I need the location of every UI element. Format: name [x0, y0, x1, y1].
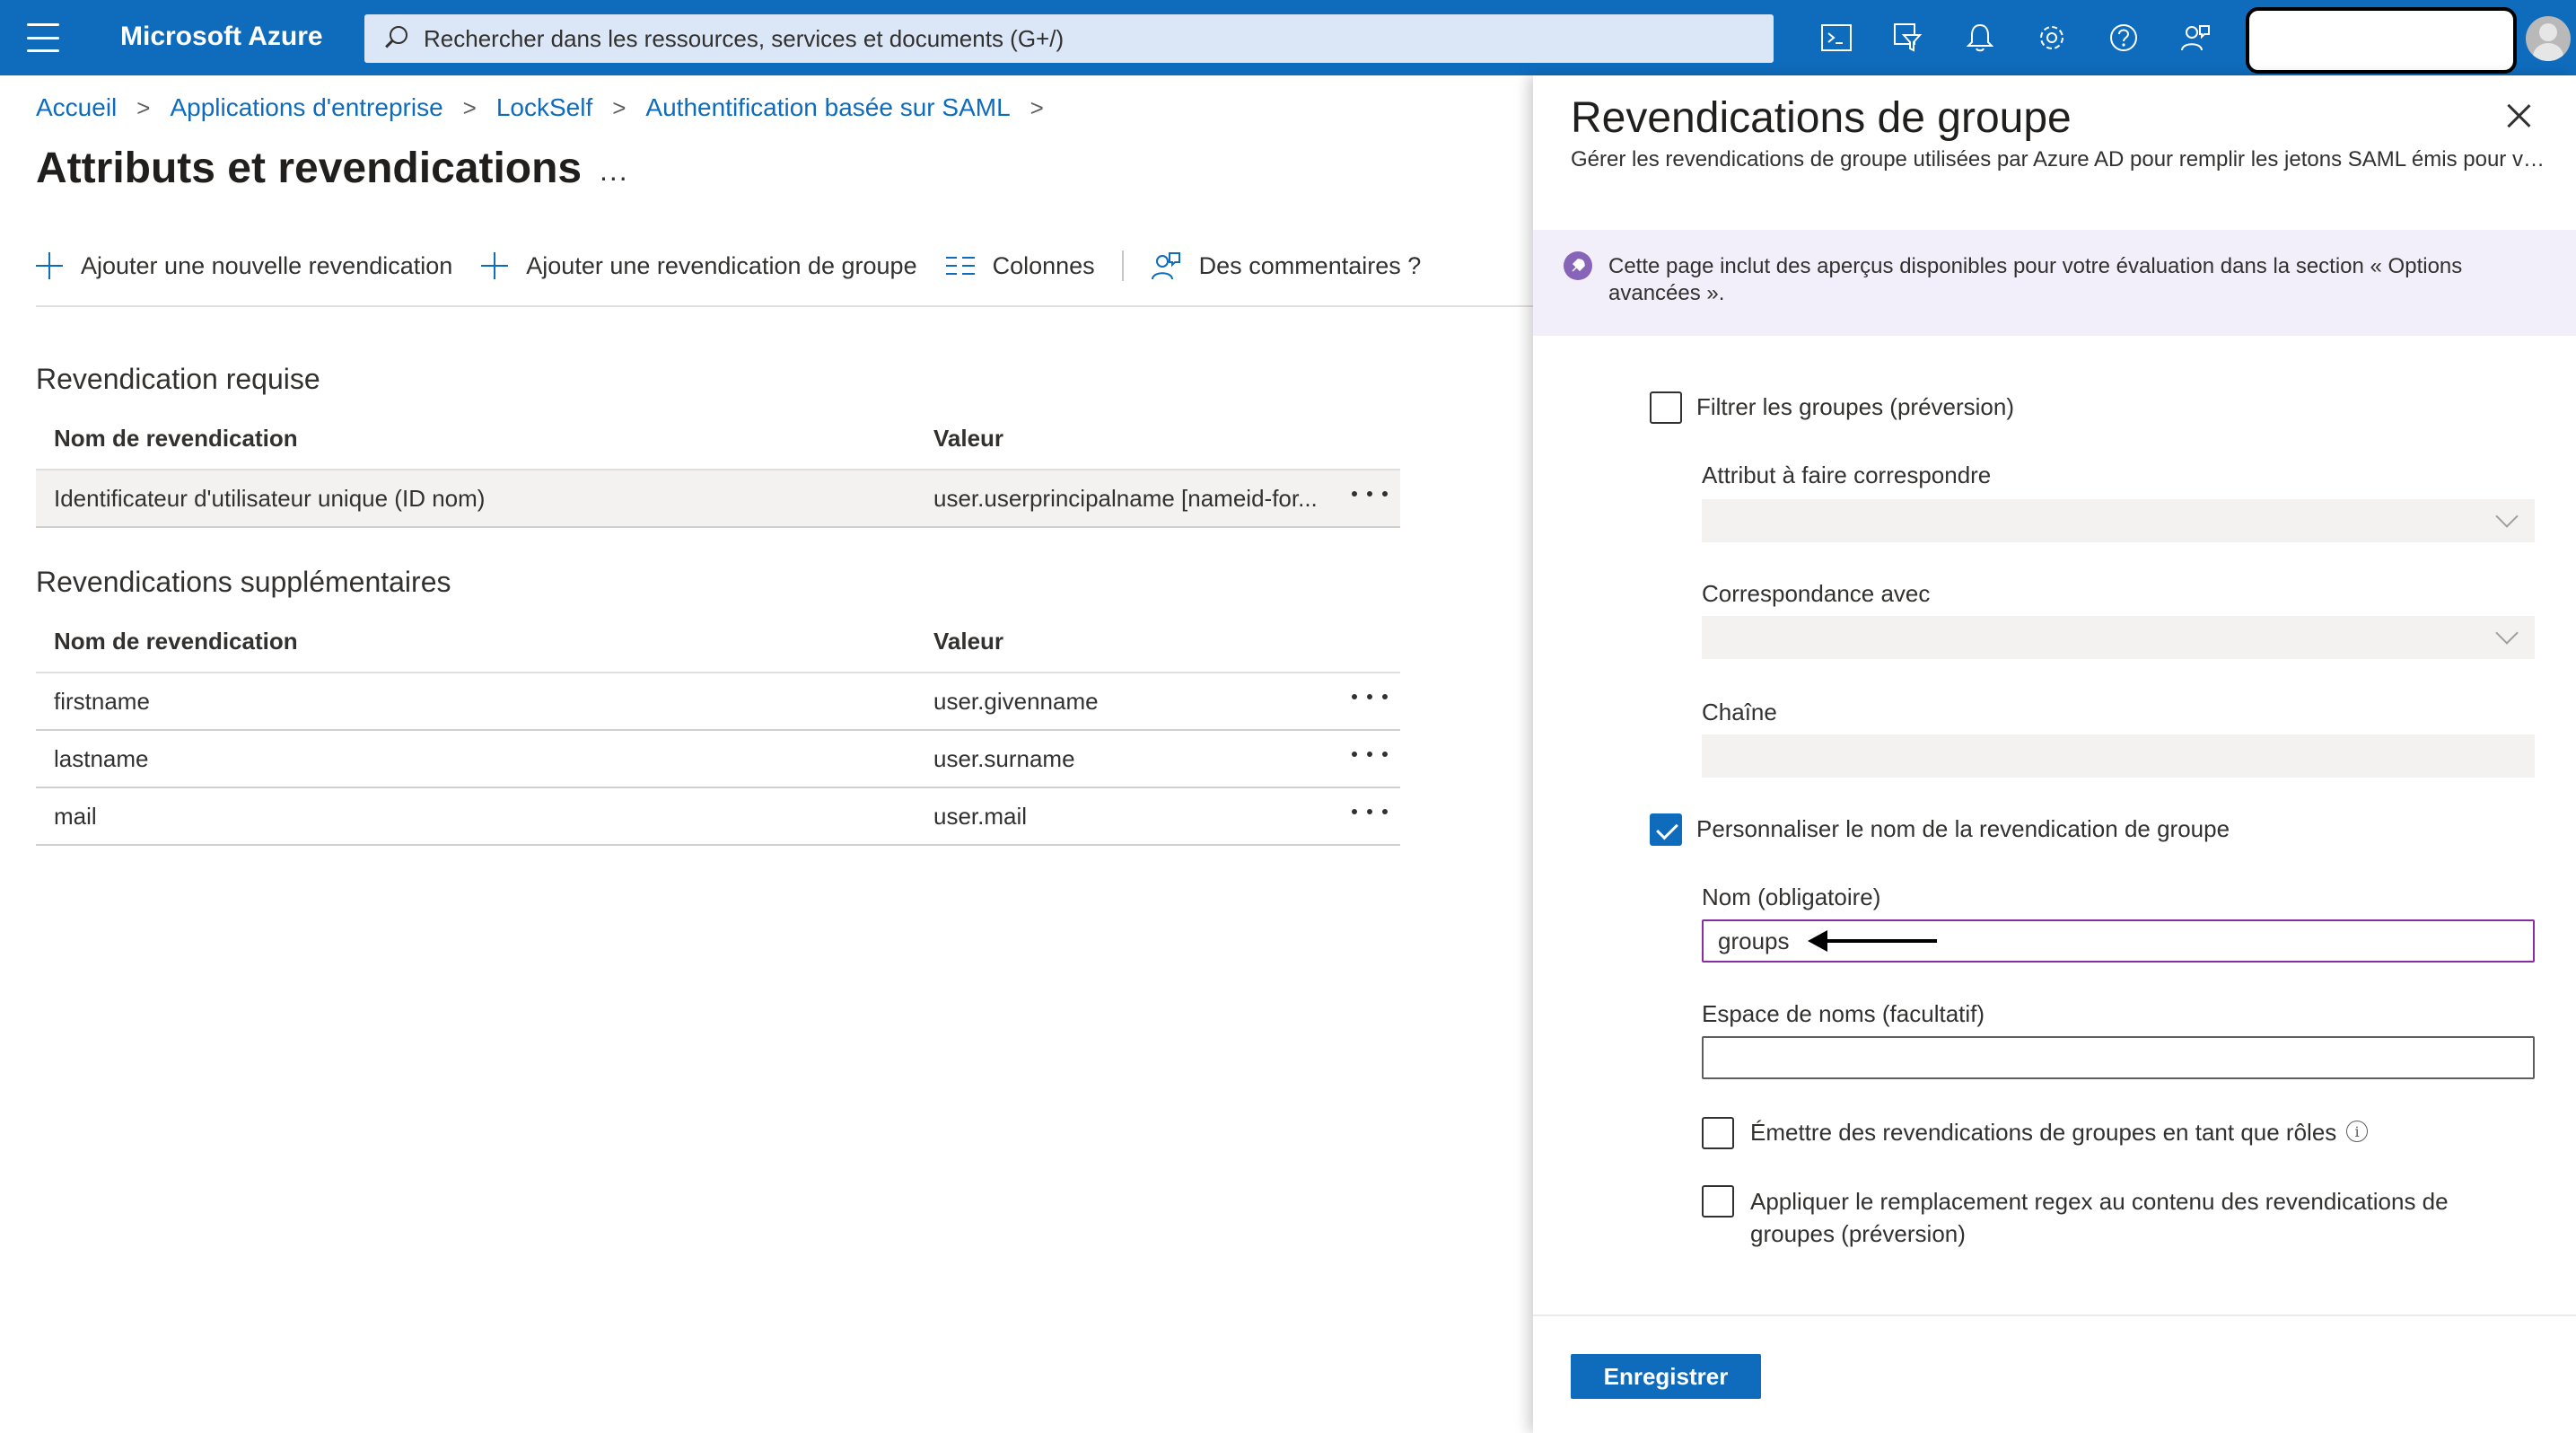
- header-value: Valeur: [933, 627, 1004, 655]
- claim-value: user.surname: [933, 744, 1075, 772]
- breadcrumb-saml[interactable]: Authentification basée sur SAML: [645, 93, 1010, 122]
- preview-banner: Cette page inclut des aperçus disponible…: [1533, 230, 2576, 336]
- global-search[interactable]: [364, 14, 1774, 63]
- search-icon: [382, 26, 407, 51]
- row-more-icon[interactable]: [1352, 803, 1388, 821]
- notifications-icon[interactable]: [1962, 20, 1998, 56]
- columns-button[interactable]: Colonnes: [945, 243, 1095, 288]
- close-icon[interactable]: [2502, 101, 2535, 133]
- attribute-match-label: Attribut à faire correspondre: [1702, 462, 1992, 488]
- breadcrumb-lockself[interactable]: LockSelf: [496, 93, 592, 122]
- chevron-right-icon: >: [136, 93, 151, 121]
- panel-subtitle: Gérer les revendications de groupe utili…: [1571, 147, 2549, 171]
- add-claim-label: Ajouter une nouvelle revendication: [81, 251, 453, 279]
- required-claims-title: Revendication requise: [36, 363, 320, 395]
- menu-icon[interactable]: [27, 23, 59, 52]
- add-claim-button[interactable]: Ajouter une nouvelle revendication: [36, 243, 452, 288]
- claim-name: mail: [54, 802, 97, 830]
- additional-claims-title: Revendications supplémentaires: [36, 566, 451, 598]
- search-input[interactable]: [424, 24, 1752, 53]
- claim-name: Identificateur d'utilisateur unique (ID …: [54, 484, 486, 512]
- brand-title[interactable]: Microsoft Azure: [120, 22, 323, 52]
- string-input[interactable]: [1702, 734, 2535, 778]
- save-button[interactable]: Enregistrer: [1571, 1354, 1761, 1399]
- top-bar: Microsoft Azure: [0, 0, 2576, 75]
- chevron-down-icon: [2495, 621, 2519, 645]
- name-field-label: Nom (obligatoire): [1702, 884, 1881, 910]
- customize-name-checkbox[interactable]: [1650, 813, 1682, 846]
- filter-groups-checkbox[interactable]: [1650, 391, 1682, 424]
- filter-groups-label: Filtrer les groupes (préversion): [1696, 393, 2015, 420]
- help-icon[interactable]: [2106, 20, 2142, 56]
- account-redacted-box[interactable]: [2246, 7, 2517, 74]
- emit-as-roles-label: Émettre des revendications de groupes en…: [1750, 1119, 2337, 1146]
- feedback-label: Des commentaires ?: [1198, 251, 1422, 279]
- page-title: Attributs et revendications: [36, 145, 583, 192]
- columns-icon: [945, 255, 975, 277]
- cloud-shell-icon[interactable]: [1818, 20, 1854, 56]
- additional-claims-table: Nom de revendication Valeur firstname us…: [36, 611, 1400, 846]
- chevron-down-icon: [2495, 505, 2519, 528]
- claim-name: lastname: [54, 744, 149, 772]
- row-more-icon[interactable]: [1352, 745, 1388, 763]
- namespace-input[interactable]: [1702, 1036, 2535, 1079]
- header-claim-name: Nom de revendication: [54, 424, 298, 452]
- table-row[interactable]: mail user.mail: [36, 788, 1400, 846]
- add-group-claim-label: Ajouter une revendication de groupe: [526, 251, 917, 279]
- more-options-icon[interactable]: ...: [600, 154, 629, 188]
- feedback-button[interactable]: Des commentaires ?: [1151, 243, 1422, 288]
- breadcrumb: Accueil > Applications d'entreprise > Lo…: [36, 93, 1064, 122]
- match-with-label: Correspondance avec: [1702, 580, 1931, 607]
- info-icon[interactable]: i: [2346, 1121, 2368, 1142]
- footer-divider: [1533, 1314, 2576, 1316]
- claim-value: user.userprincipalname [nameid-for...: [933, 484, 1318, 512]
- settings-icon[interactable]: [2034, 20, 2070, 56]
- header-claim-name: Nom de revendication: [54, 627, 298, 655]
- command-bar: Ajouter une nouvelle revendication Ajout…: [36, 251, 1535, 307]
- preview-banner-text: Cette page inclut des aperçus disponible…: [1608, 254, 2463, 305]
- table-header: Nom de revendication Valeur: [36, 611, 1400, 673]
- toolbar-divider: [1121, 251, 1124, 281]
- plus-icon: [36, 252, 63, 279]
- table-row[interactable]: firstname user.givenname: [36, 673, 1400, 731]
- group-claims-panel: Revendications de groupe Gérer les reven…: [1533, 75, 2576, 1433]
- customize-name-label: Personnaliser le nom de la revendication…: [1696, 815, 2230, 842]
- match-with-dropdown[interactable]: [1702, 616, 2535, 659]
- table-header: Nom de revendication Valeur: [36, 408, 1400, 470]
- claim-value: user.givenname: [933, 687, 1099, 715]
- panel-title: Revendications de groupe: [1571, 94, 2072, 142]
- row-more-icon[interactable]: [1352, 485, 1388, 503]
- add-group-claim-button[interactable]: Ajouter une revendication de groupe: [481, 243, 917, 288]
- required-claims-table: Nom de revendication Valeur Identificate…: [36, 408, 1400, 528]
- feedback-icon[interactable]: [2177, 20, 2213, 56]
- columns-label: Colonnes: [992, 251, 1095, 279]
- namespace-field-label: Espace de noms (facultatif): [1702, 1000, 1985, 1027]
- breadcrumb-enterprise-apps[interactable]: Applications d'entreprise: [170, 93, 442, 122]
- attribute-match-dropdown[interactable]: [1702, 499, 2535, 542]
- table-row[interactable]: lastname user.surname: [36, 731, 1400, 788]
- claim-value: user.mail: [933, 802, 1028, 830]
- row-more-icon[interactable]: [1352, 688, 1388, 706]
- avatar[interactable]: [2526, 16, 2571, 61]
- annotation-arrow: [1808, 930, 1937, 952]
- regex-replace-checkbox[interactable]: [1702, 1185, 1734, 1218]
- chevron-right-icon: >: [1030, 93, 1044, 121]
- string-label: Chaîne: [1702, 699, 1777, 725]
- emit-as-roles-checkbox[interactable]: [1702, 1117, 1734, 1149]
- claim-name: firstname: [54, 687, 150, 715]
- rocket-icon: [1564, 251, 1592, 280]
- table-row[interactable]: Identificateur d'utilisateur unique (ID …: [36, 470, 1400, 528]
- header-value: Valeur: [933, 424, 1004, 452]
- regex-replace-label: Appliquer le remplacement regex au conte…: [1750, 1188, 2449, 1247]
- chevron-right-icon: >: [612, 93, 626, 121]
- plus-icon: [481, 252, 509, 279]
- feedback-icon: [1151, 251, 1181, 281]
- directory-filter-icon[interactable]: [1890, 20, 1926, 56]
- chevron-right-icon: >: [462, 93, 477, 121]
- breadcrumb-home[interactable]: Accueil: [36, 93, 117, 122]
